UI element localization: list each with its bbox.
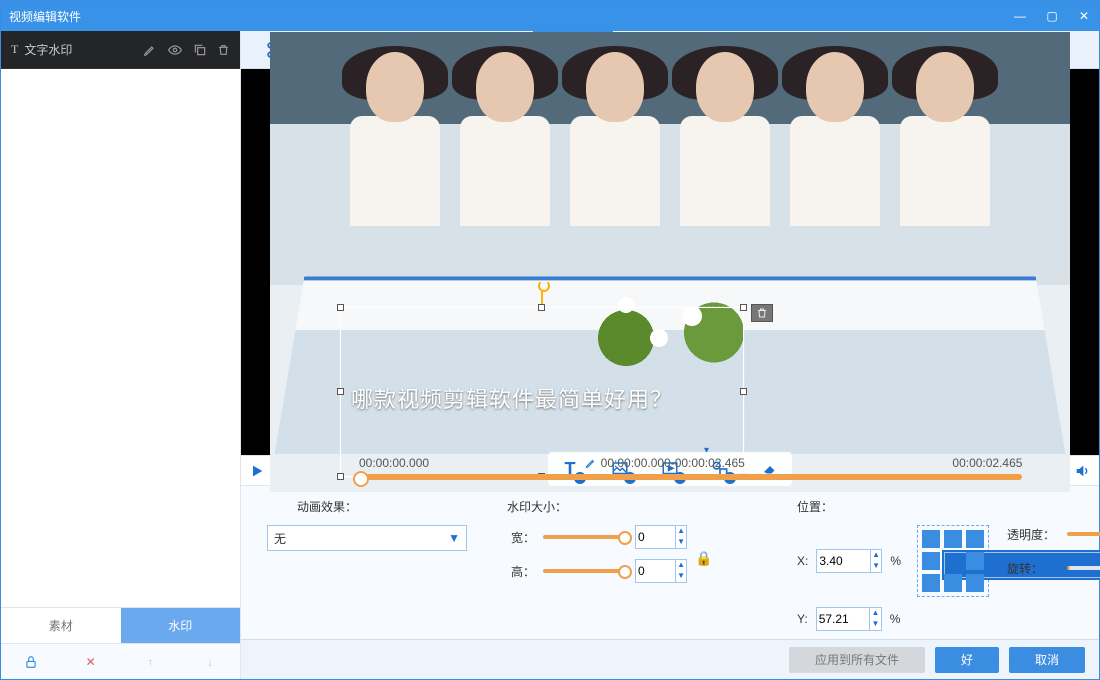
duplicate-icon[interactable] [193,43,207,57]
cancel-button[interactable]: 取消 [1009,647,1085,673]
properties-panel: 动画效果： 无 ▼ 水印大小： 宽： ▲▼ 🔒 [241,485,1099,639]
time-range: 00:00:00.000-00:00:02.465 [585,456,745,470]
anim-select[interactable]: 无 ▼ [267,525,467,551]
window-title: 视频编辑软件 [9,8,81,25]
resize-handle-e[interactable] [740,388,747,395]
resize-handle-ne[interactable] [740,304,747,311]
height-slider[interactable] [543,569,627,573]
anchor-nw[interactable] [922,530,940,548]
sidebar-toolbar: ✕ ↑ ↓ [1,643,240,679]
sidebar: T 文字水印 [1,31,241,679]
close-button[interactable]: ✕ [1077,9,1091,23]
resize-handle-n[interactable] [538,304,545,311]
anchor-sw[interactable] [922,574,940,592]
pos-label: 位置： [797,498,997,515]
sidebar-tabs: 素材 水印 [1,607,240,643]
video-preview[interactable]: 哪款视频剪辑软件最简单好用？ ▾ T+ + + + [241,69,1099,455]
move-down-icon[interactable]: ↓ [192,648,228,676]
maximize-button[interactable]: ▢ [1045,9,1059,23]
height-spinner[interactable]: ▲▼ [635,559,687,583]
title-bar: 视频编辑软件 — ▢ ✕ [1,1,1099,31]
minimize-button[interactable]: — [1013,9,1027,23]
transport-bar: 00:00:00.000 00:00:00.000-00:00:02.465 0… [241,455,1099,485]
window-buttons: — ▢ ✕ [1013,9,1091,23]
resize-handle-w[interactable] [337,388,344,395]
rotate-slider[interactable] [1067,566,1100,570]
width-label: 宽： [507,529,535,546]
anchor-e[interactable] [966,552,984,570]
tab-material[interactable]: 素材 [1,608,121,643]
preview-frame: 哪款视频剪辑软件最简单好用？ ▾ T+ + + + [270,32,1070,492]
x-label: X: [797,554,808,568]
anchor-n[interactable] [944,530,962,548]
move-up-icon[interactable]: ↑ [132,648,168,676]
time-start: 00:00:00.000 [359,456,429,470]
opacity-slider[interactable] [1067,532,1100,536]
width-slider[interactable] [543,535,627,539]
size-label: 水印大小： [507,498,787,515]
timeline-track[interactable] [359,474,1022,480]
width-spinner[interactable]: ▲▼ [635,525,687,549]
resize-handle-nw[interactable] [337,304,344,311]
volume-icon[interactable] [1073,463,1091,479]
height-label: 高： [507,563,535,580]
anchor-grid[interactable] [917,525,989,597]
lock-icon[interactable] [13,648,49,676]
visibility-eye-icon[interactable] [167,43,183,57]
watermark-text[interactable]: 哪款视频剪辑软件最简单好用？ [351,382,673,414]
time-end: 00:00:02.465 [952,456,1022,470]
anchor-ne[interactable] [966,530,984,548]
timeline[interactable]: 00:00:00.000 00:00:00.000-00:00:02.465 0… [303,456,1026,486]
y-label: Y: [797,612,808,626]
play-button-icon[interactable] [249,463,265,479]
x-spinner[interactable]: ▲▼ [816,549,882,573]
delete-watermark-icon[interactable] [751,304,773,322]
anchor-s[interactable] [944,574,962,592]
rotate-handle-icon[interactable] [534,280,550,304]
delete-trash-icon[interactable] [217,43,230,57]
anchor-w[interactable] [922,552,940,570]
text-watermark-icon: T [11,42,18,57]
sidebar-body [1,69,240,607]
edit-pencil-icon[interactable] [143,43,157,57]
main-area: T 文字水印 [1,31,1099,679]
tab-watermark[interactable]: 水印 [121,608,241,643]
content-area: 剪切 旋转和裁剪 特效 水印 音乐 [241,31,1099,679]
sidebar-header: T 文字水印 [1,31,240,69]
anchor-se[interactable] [966,574,984,592]
sidebar-header-label: 文字水印 [24,41,72,58]
rotate-label: 旋转： [1007,560,1059,577]
remove-x-icon[interactable]: ✕ [73,648,109,676]
y-spinner[interactable]: ▲▼ [816,607,882,631]
app-window: 视频编辑软件 — ▢ ✕ T 文字水印 [0,0,1100,680]
chevron-down-icon: ▼ [448,531,460,545]
opacity-label: 透明度： [1007,526,1059,543]
anim-label: 动画效果： [297,498,497,515]
edit-pencil-icon[interactable] [585,457,597,469]
ok-button[interactable]: 好 [935,647,999,673]
apply-all-button: 应用到所有文件 [789,647,925,673]
footer-bar: 应用到所有文件 好 取消 [241,639,1099,679]
